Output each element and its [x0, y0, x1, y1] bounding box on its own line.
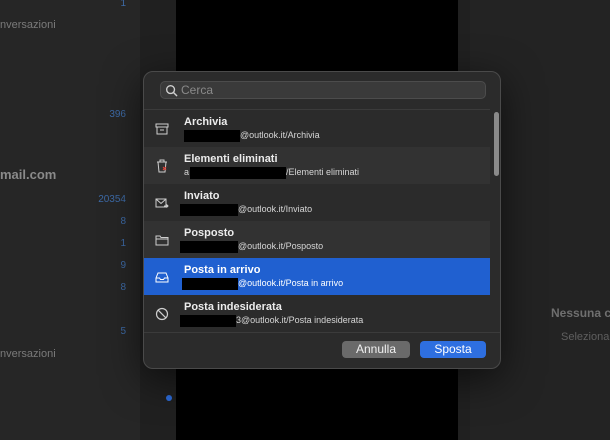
- mailbox-count: 8: [120, 282, 126, 293]
- inbox-icon: [155, 272, 169, 283]
- folder-name: Archivia: [184, 116, 228, 128]
- mailbox-count: 396: [109, 109, 126, 120]
- message-list-redacted: [178, 378, 460, 440]
- conversations-label: nversazioni: [0, 348, 56, 360]
- redacted-email: [180, 204, 238, 216]
- folder-path: 3@outlook.it/Posta indesiderata: [236, 315, 364, 325]
- folder-item-archivia[interactable]: Archivia @outlook.it/Archivia: [144, 110, 490, 147]
- mailbox-count: 8: [120, 216, 126, 227]
- unread-dot: [166, 395, 172, 401]
- search-field[interactable]: [160, 81, 486, 99]
- dialog-footer: Annulla Sposta: [144, 332, 500, 368]
- mailbox-sidebar: nversazioni mail.com nversazioni 1 396 2…: [0, 0, 140, 440]
- move-to-folder-dialog: Archivia @outlook.it/Archivia Elementi e…: [143, 71, 501, 369]
- folder-path: @outlook.it/Archivia: [240, 130, 320, 140]
- move-button[interactable]: Sposta: [420, 341, 486, 358]
- folder-item-posta-indesiderata[interactable]: Posta indesiderata 3@outlook.it/Posta in…: [144, 295, 490, 332]
- sent-icon: [155, 198, 169, 208]
- folder-list[interactable]: Archivia @outlook.it/Archivia Elementi e…: [144, 109, 490, 332]
- mailbox-count: 5: [120, 326, 126, 337]
- no-message-title: Nessuna c: [551, 306, 610, 320]
- redacted-email: [190, 167, 286, 179]
- folder-item-inviato[interactable]: Inviato @outlook.it/Inviato: [144, 184, 490, 221]
- folder-path: @outlook.it/Posta in arrivo: [238, 278, 344, 288]
- mailbox-count: 9: [120, 260, 126, 271]
- search-icon: [165, 84, 178, 97]
- conversations-label: nversazioni: [0, 19, 56, 31]
- trash-icon: [157, 159, 167, 173]
- archive-icon: [155, 123, 169, 135]
- scrollbar-thumb[interactable]: [494, 112, 499, 176]
- junk-icon: [155, 307, 169, 321]
- folder-path: @outlook.it/Inviato: [238, 204, 313, 214]
- folder-name: Posposto: [184, 227, 235, 239]
- no-message-subtitle: Seleziona u: [561, 331, 610, 343]
- folder-name: Posta indesiderata: [184, 301, 282, 313]
- cancel-button[interactable]: Annulla: [342, 341, 410, 358]
- folder-item-elementi-eliminati[interactable]: Elementi eliminati a /Elementi eliminati: [144, 147, 490, 184]
- search-input[interactable]: [181, 82, 481, 98]
- mailbox-count: 20354: [98, 194, 126, 205]
- mailbox-count: 1: [120, 0, 126, 9]
- mailbox-count: 1: [120, 238, 126, 249]
- folder-icon: [155, 235, 169, 246]
- folder-list-scrollbar[interactable]: [492, 110, 500, 332]
- folder-item-posposto[interactable]: Posposto @outlook.it/Posposto: [144, 221, 490, 258]
- redacted-email: [180, 315, 236, 327]
- folder-path: @outlook.it/Posposto: [238, 241, 324, 251]
- folder-name: Elementi eliminati: [184, 153, 278, 165]
- account-label: mail.com: [0, 167, 57, 182]
- folder-path: /Elementi eliminati: [286, 167, 360, 177]
- folder-name: Posta in arrivo: [184, 264, 261, 276]
- folder-item-posta-in-arrivo[interactable]: Posta in arrivo @outlook.it/Posta in arr…: [144, 258, 490, 295]
- redacted-email: [184, 130, 240, 142]
- folder-path-prefix: a: [184, 167, 190, 177]
- folder-name: Inviato: [184, 190, 220, 202]
- redacted-email: [182, 278, 238, 290]
- redacted-email: [180, 241, 238, 253]
